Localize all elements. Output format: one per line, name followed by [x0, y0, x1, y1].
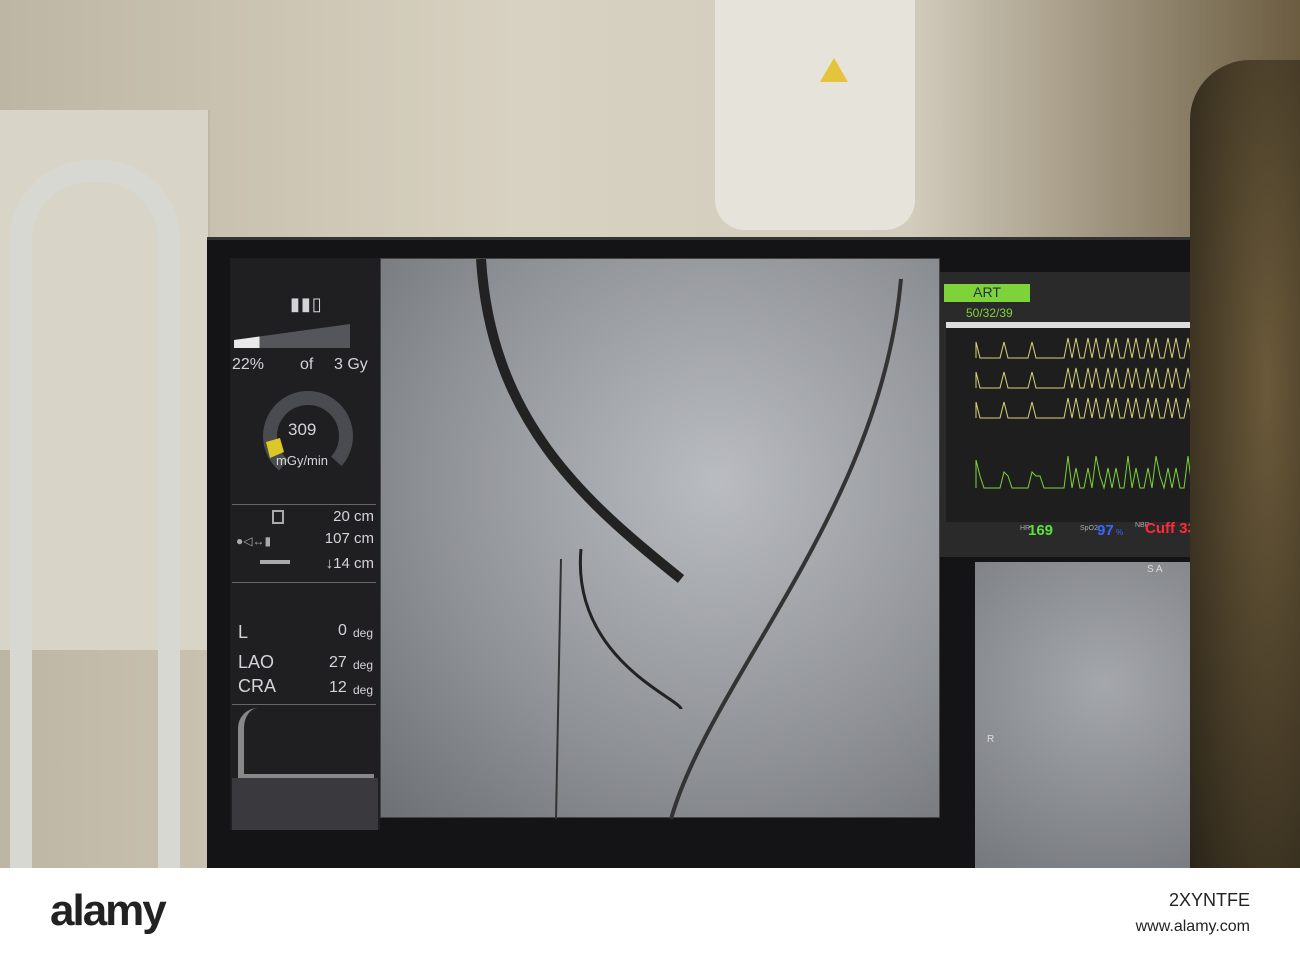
- dose-bar-fill: [234, 336, 260, 348]
- sid-distance: 107 cm: [324, 530, 374, 547]
- angle-label: CRA: [238, 676, 277, 696]
- dose-rate: 309: [288, 420, 317, 439]
- angle-unit: deg: [353, 658, 374, 672]
- dose-percent: 22%: [232, 356, 265, 373]
- angle-value: 27: [329, 654, 347, 671]
- watermark-footer: alamy 2XYNTFE www.alamy.com: [0, 868, 1300, 957]
- art-pressure: 50/32/39: [966, 306, 1013, 320]
- angle-label: L: [238, 622, 249, 642]
- c-arm-position-icon: [238, 708, 374, 778]
- ceiling-rail: [10, 160, 180, 868]
- orientation-label: R: [987, 734, 995, 745]
- radiation-warning-icon: [820, 58, 848, 82]
- alamy-logo: alamy: [50, 886, 167, 935]
- table-height: ↓14 cm: [325, 555, 374, 572]
- angle-value: 12: [329, 679, 347, 696]
- orientation-label: S A: [1147, 564, 1163, 575]
- image-id: 2XYNTFE: [1168, 890, 1250, 910]
- angle-unit: deg: [353, 626, 374, 640]
- exposure-icon: ▮▮▯: [290, 294, 323, 314]
- spo2: 97: [1097, 522, 1114, 539]
- site-url: www.alamy.com: [1135, 918, 1250, 935]
- angle-label: LAO: [238, 652, 275, 672]
- detector-icon: [272, 510, 284, 524]
- angle-unit: deg: [353, 683, 374, 697]
- dose-of: of: [300, 356, 314, 373]
- art-label: ART: [944, 284, 1030, 302]
- heart-rate: 169: [1028, 522, 1054, 539]
- dose-rate-unit: mGy/min: [276, 453, 328, 468]
- nibp: Cuff 33: [1145, 520, 1196, 537]
- source-detector-icon: ●◁↔▮: [236, 534, 272, 548]
- table-icon: [260, 560, 290, 564]
- dose-panel: ▮▮▯ 22% of 3 Gy 309 mGy/min 20 cm ●◁↔▮ 1…: [230, 258, 380, 830]
- spo2-unit: %: [1116, 528, 1124, 537]
- xray-ceiling-arm: [715, 0, 915, 230]
- fluoroscopy-image: [380, 258, 940, 820]
- dose-bar: [234, 324, 350, 348]
- dose-total: 3 Gy: [334, 356, 368, 373]
- spo2-label: SpO2: [1080, 525, 1098, 532]
- person-foreground: [1190, 60, 1300, 868]
- angle-value: 0: [338, 622, 347, 639]
- field-size: 20 cm: [333, 508, 374, 525]
